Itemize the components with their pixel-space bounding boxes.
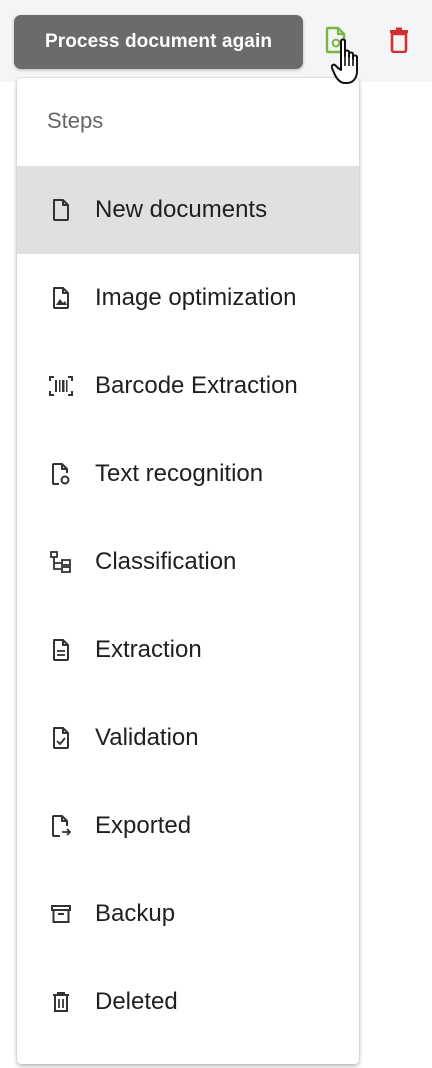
menu-item-image-optimization[interactable]: Image optimization (17, 254, 359, 342)
menu-item-label: Validation (95, 724, 199, 751)
hand-cursor-icon (330, 38, 367, 90)
process-again-tooltip: Process document again (14, 15, 303, 69)
file-export-icon (49, 814, 73, 838)
file-eye-icon (49, 462, 73, 486)
menu-item-text-recognition[interactable]: Text recognition (17, 430, 359, 518)
menu-item-label: Backup (95, 900, 176, 927)
toolbar: Process document again (0, 0, 432, 82)
menu-item-label: Exported (95, 812, 192, 839)
menu-item-label: Barcode Extraction (95, 372, 298, 399)
menu-item-barcode-extraction[interactable]: Barcode Extraction (17, 342, 359, 430)
menu-item-exported[interactable]: Exported (17, 782, 359, 870)
menu-header: Steps (47, 108, 104, 133)
menu-item-extraction[interactable]: Extraction (17, 606, 359, 694)
archive-icon (49, 902, 73, 926)
file-tree-icon (49, 550, 73, 574)
menu-item-label: Text recognition (95, 460, 264, 487)
file-document-icon (49, 638, 73, 662)
menu-item-backup[interactable]: Backup (17, 870, 359, 958)
delete-button[interactable] (381, 20, 417, 60)
menu-item-validation[interactable]: Validation (17, 694, 359, 782)
trash-icon (390, 27, 408, 53)
steps-menu: Steps New documents Image optimization B… (17, 78, 359, 1064)
file-check-icon (49, 726, 73, 750)
barcode-scan-icon (49, 374, 73, 398)
menu-item-label: Image optimization (95, 284, 297, 311)
file-image-icon (49, 286, 73, 310)
trash-outline-icon (49, 990, 73, 1014)
menu-item-deleted[interactable]: Deleted (17, 958, 359, 1046)
menu-item-new-documents[interactable]: New documents (17, 166, 359, 254)
file-outline-icon (49, 198, 73, 222)
menu-item-label: Classification (95, 548, 237, 575)
menu-item-label: Deleted (95, 988, 178, 1015)
menu-item-classification[interactable]: Classification (17, 518, 359, 606)
menu-item-label: Extraction (95, 636, 202, 663)
menu-item-label: New documents (95, 196, 268, 223)
